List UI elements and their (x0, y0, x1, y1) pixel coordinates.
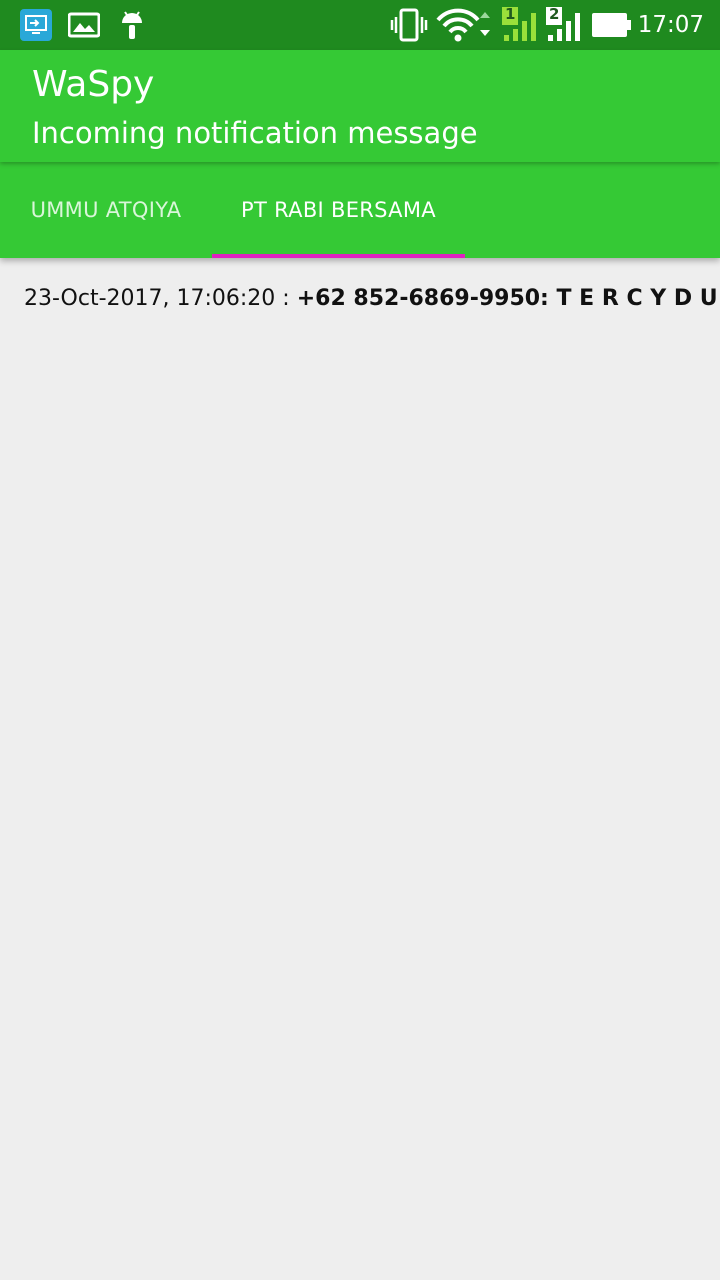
message-text: T E R C Y D U K (556, 286, 720, 311)
signal-sim2-icon: 2 (544, 0, 584, 50)
app-title: WaSpy (32, 64, 155, 105)
screen-cast-icon (20, 0, 52, 50)
list-item: 23-Oct-2017, 17:06:20 : +62 852-6869-995… (24, 286, 720, 311)
status-bar: 1 2 17:07 (0, 0, 720, 50)
sim2-label: 2 (549, 5, 560, 23)
tab-bar: UMMU ATQIYA PT RABI BERSAMA (0, 162, 720, 258)
message-timestamp: 23-Oct-2017, 17:06:20 : (24, 286, 297, 311)
tab-ummu-atqiya[interactable]: UMMU ATQIYA (0, 162, 212, 258)
tab-label: PT RABI BERSAMA (241, 198, 436, 222)
battery-icon (592, 0, 632, 50)
app-bar: WaSpy Incoming notification message (0, 50, 720, 162)
tab-selected-indicator (212, 254, 465, 258)
sim1-label: 1 (505, 5, 516, 23)
app-subtitle: Incoming notification message (32, 116, 478, 150)
status-time: 17:07 (637, 12, 704, 38)
tab-pt-rabi-bersama[interactable]: PT RABI BERSAMA (212, 162, 465, 258)
android-icon (118, 0, 146, 50)
message-list: 23-Oct-2017, 17:06:20 : +62 852-6869-995… (0, 258, 720, 1280)
image-icon (68, 0, 100, 50)
vibrate-icon (390, 0, 428, 50)
wifi-icon (436, 0, 492, 50)
message-sender: +62 852-6869-9950: (296, 286, 557, 311)
tab-label: UMMU ATQIYA (30, 198, 182, 222)
signal-sim1-icon: 1 (500, 0, 540, 50)
